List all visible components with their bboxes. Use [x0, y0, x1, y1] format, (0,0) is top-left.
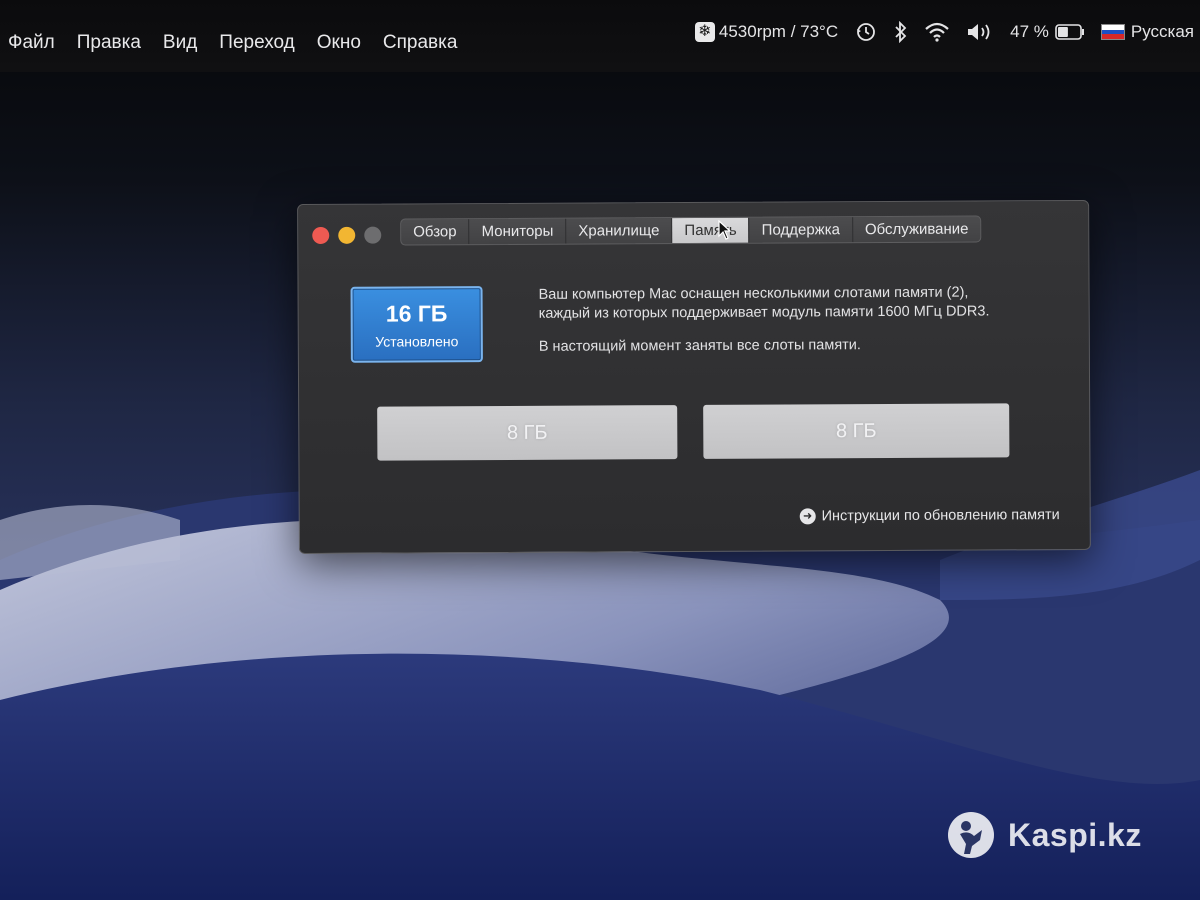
memory-upgrade-link[interactable]: ➜ Инструкции по обновлению памяти — [799, 507, 1060, 525]
bluetooth-icon[interactable] — [894, 21, 908, 43]
description-line-3: В настоящий момент заняты все слоты памя… — [538, 337, 861, 355]
tab-storage[interactable]: Хранилище — [566, 218, 673, 244]
memory-description: Ваш компьютер Mac оснащен несколькими сл… — [539, 283, 1059, 357]
watermark-text: Kaspi.kz — [1008, 816, 1142, 853]
tab-service[interactable]: Обслуживание — [853, 216, 981, 242]
tab-support[interactable]: Поддержка — [749, 217, 853, 243]
wifi-icon[interactable] — [924, 22, 950, 42]
input-language: Русская — [1130, 22, 1194, 41]
upgrade-link-label: Инструкции по обновлению памяти — [821, 507, 1060, 525]
description-line-2: каждый из которых поддерживает модуль па… — [538, 303, 990, 322]
fan-status[interactable]: ❄ 4530rpm / 73°C — [694, 22, 839, 42]
memory-slot-2: 8 ГБ — [703, 403, 1010, 459]
about-this-mac-window: Обзор Мониторы Хранилище Память Поддержк… — [297, 199, 1091, 555]
memory-slot-1: 8 ГБ — [377, 405, 678, 461]
minimize-button[interactable] — [338, 226, 356, 244]
memory-total: 16 ГБ — [385, 300, 448, 327]
kaspi-watermark: Kaspi.kz — [946, 810, 1142, 860]
app-menu: Файл Правка Вид Переход Окно Справка — [8, 32, 457, 54]
volume-icon[interactable] — [966, 22, 994, 42]
fan-icon: ❄ — [694, 22, 715, 42]
menu-view[interactable]: Вид — [163, 32, 197, 54]
status-menus: ❄ 4530rpm / 73°C 47 % Русская — [694, 18, 1194, 46]
menu-edit[interactable]: Правка — [77, 32, 141, 54]
zoom-button[interactable] — [364, 226, 382, 244]
tab-displays[interactable]: Мониторы — [469, 218, 567, 245]
mouse-pointer-icon — [718, 220, 732, 240]
time-machine-icon[interactable] — [854, 21, 878, 43]
menu-help[interactable]: Справка — [383, 32, 458, 54]
arrow-right-circle-icon: ➜ — [799, 508, 816, 525]
russian-flag-icon — [1100, 24, 1125, 40]
window-controls — [312, 226, 382, 244]
memory-installed-label: Установлено — [375, 333, 459, 350]
input-source[interactable]: Русская — [1100, 22, 1194, 42]
window-titlebar: Обзор Мониторы Хранилище Память Поддержк… — [298, 201, 1088, 255]
battery-status[interactable]: 47 % — [1010, 22, 1085, 42]
menu-go[interactable]: Переход — [219, 32, 294, 54]
fan-readout: 4530rpm / 73°C — [718, 22, 839, 41]
tab-bar: Обзор Мониторы Хранилище Память Поддержк… — [400, 215, 982, 246]
menu-bar: Файл Правка Вид Переход Окно Справка ❄ 4… — [0, 0, 1200, 72]
tab-memory[interactable]: Память — [672, 217, 750, 244]
kaspi-logo-icon — [948, 812, 994, 858]
menu-file[interactable]: Файл — [8, 32, 55, 54]
battery-percent: 47 % — [1010, 22, 1049, 41]
battery-icon — [1055, 24, 1084, 40]
menu-window[interactable]: Окно — [317, 32, 361, 54]
close-button[interactable] — [312, 226, 330, 244]
tab-overview[interactable]: Обзор — [401, 219, 470, 245]
memory-total-badge: 16 ГБ Установлено — [350, 286, 483, 363]
